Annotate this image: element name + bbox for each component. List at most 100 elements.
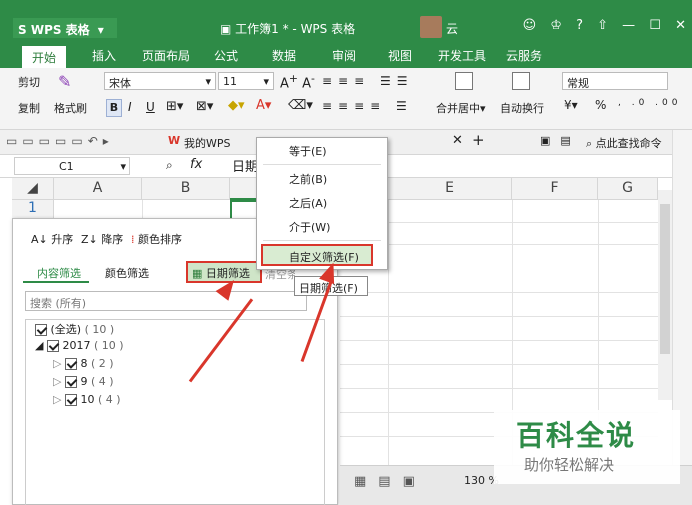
bold-button[interactable]: B: [106, 99, 122, 117]
tree-item-month[interactable]: ▷ 10 ( 4 ): [53, 393, 121, 406]
tree-collapse-icon[interactable]: ◢: [35, 339, 43, 352]
merge-button[interactable]: 合并居中▾: [436, 100, 486, 116]
watermark-title: 百科全说: [516, 419, 637, 452]
app-logo[interactable]: S WPS 表格 ▾: [13, 18, 117, 38]
checkbox-icon[interactable]: [64, 358, 77, 370]
color-sort-icon: ⁞: [131, 233, 135, 246]
maximize-button[interactable]: ☐: [649, 18, 661, 33]
command-search[interactable]: ⌕ 点此查找命令: [586, 135, 672, 151]
zoom-formula-icon[interactable]: ⌕: [166, 158, 173, 173]
close-tab-icon[interactable]: ✕: [452, 133, 463, 148]
number-format-select[interactable]: 常规: [562, 72, 668, 90]
tab-color-filter[interactable]: 颜色筛选: [105, 265, 149, 281]
wrap-text-button[interactable]: 自动换行: [500, 100, 544, 116]
tab-home[interactable]: 开始: [22, 46, 67, 68]
align-horizontal-icons[interactable]: ≡≡≡≡ ☰: [322, 99, 413, 113]
italic-button[interactable]: I: [128, 100, 132, 114]
currency-icon[interactable]: ¥▾: [564, 98, 578, 112]
menu-divider: [263, 240, 381, 241]
tree-item-month[interactable]: ▷ 8 ( 2 ): [53, 357, 114, 370]
document-icon: ▣: [220, 22, 236, 36]
align-top-icons[interactable]: ≡≡≡ ☰☰: [322, 74, 414, 88]
upload-icon[interactable]: ⇧: [597, 18, 608, 33]
tree-item-month[interactable]: ▷ 9 ( 4 ): [53, 375, 114, 388]
row-header-1[interactable]: 1: [12, 200, 54, 220]
tab-content-filter[interactable]: 内容筛选: [37, 265, 81, 281]
grow-font-button[interactable]: A+ A-: [280, 72, 315, 91]
watermark: 百科全说 助你轻松解决: [494, 410, 680, 484]
toolbar-icons[interactable]: ▣▤: [540, 134, 581, 147]
percent-button[interactable]: %: [595, 98, 606, 112]
sort-ascending-button[interactable]: A↓ 升序: [31, 231, 73, 247]
column-header-f[interactable]: F: [512, 178, 598, 200]
user-name[interactable]: 云: [446, 20, 458, 37]
tree-expand-icon[interactable]: ▷: [53, 393, 61, 406]
tree-item-select-all[interactable]: (全选) ( 10 ): [35, 321, 114, 337]
selected-cell-c1[interactable]: [230, 200, 258, 220]
calendar-icon: ▦: [192, 267, 203, 280]
menu-item-after[interactable]: 之后(A): [257, 192, 387, 214]
sort-descending-button[interactable]: Z↓ 降序: [81, 231, 123, 247]
my-wps-tab[interactable]: 我的WPS: [184, 135, 231, 151]
column-header-c[interactable]: [230, 178, 258, 200]
vertical-scrollbar[interactable]: [658, 190, 672, 400]
tab-view[interactable]: 视图: [388, 47, 412, 64]
font-select[interactable]: 宋体 ▾: [104, 72, 216, 90]
tab-developer[interactable]: 开发工具: [438, 47, 486, 64]
grid-line: [340, 388, 658, 389]
avatar[interactable]: [420, 16, 442, 38]
font-color-icon[interactable]: A▾: [256, 98, 271, 113]
grid-line: [340, 292, 658, 293]
tree-expand-icon[interactable]: ▷: [53, 375, 61, 388]
view-mode-icons[interactable]: ▦▤▣: [354, 474, 427, 489]
tree-expand-icon[interactable]: ▷: [53, 357, 61, 370]
border-icon[interactable]: ⊞▾: [166, 99, 183, 114]
fill-icon[interactable]: ⊠▾: [196, 99, 213, 114]
scrollbar-thumb[interactable]: [660, 204, 670, 354]
checkbox-icon[interactable]: [64, 376, 77, 388]
minimize-button[interactable]: —: [622, 18, 635, 33]
tab-data[interactable]: 数据: [272, 47, 296, 64]
select-all-corner[interactable]: ◢: [12, 178, 54, 200]
checkbox-icon[interactable]: [46, 340, 59, 352]
menu-item-before[interactable]: 之前(B): [257, 168, 387, 190]
tab-cloud[interactable]: 云服务: [506, 47, 542, 64]
highlight-icon[interactable]: ◆▾: [228, 98, 245, 113]
column-header-a[interactable]: A: [54, 178, 142, 200]
format-painter-button[interactable]: 格式刷: [54, 100, 87, 116]
skin-icon[interactable]: ☺: [523, 18, 537, 33]
decimal-icons[interactable]: , .0 .00: [618, 98, 681, 108]
clear-format-icon[interactable]: ⌫▾: [288, 98, 313, 113]
merge-icon: [455, 72, 473, 90]
menu-item-between[interactable]: 介于(W): [257, 216, 387, 238]
tab-page-layout[interactable]: 页面布局: [142, 47, 190, 64]
name-box[interactable]: C1 ▾: [14, 157, 130, 175]
menu-divider: [263, 164, 381, 165]
font-size-select[interactable]: 11 ▾: [218, 72, 274, 90]
checkbox-icon[interactable]: [35, 324, 47, 336]
column-header-b[interactable]: B: [142, 178, 230, 200]
tree-item-2017[interactable]: ◢ 2017 ( 10 ): [35, 339, 124, 352]
chevron-down-icon: ▾: [205, 75, 211, 88]
formula-input[interactable]: 日期: [232, 156, 258, 175]
filter-search-input[interactable]: 搜索 (所有): [25, 291, 307, 311]
fx-button[interactable]: fx: [190, 157, 202, 172]
menu-item-custom-filter[interactable]: 自定义筛选(F): [261, 244, 373, 266]
tab-review[interactable]: 审阅: [332, 47, 356, 64]
close-button[interactable]: ✕: [675, 18, 686, 33]
menu-item-equals[interactable]: 等于(E): [257, 140, 387, 162]
tab-insert[interactable]: 插入: [92, 47, 116, 64]
checkbox-icon[interactable]: [64, 394, 77, 406]
copy-button[interactable]: 复制: [18, 100, 40, 116]
color-sort-button[interactable]: ⁞ 颜色排序: [131, 231, 182, 247]
underline-button[interactable]: U: [146, 100, 155, 114]
quick-tool-icons[interactable]: ▭▭▭▭▭↶▸: [6, 134, 114, 148]
help-icon[interactable]: ?: [576, 18, 583, 33]
new-tab-icon[interactable]: +: [472, 131, 485, 149]
cut-button[interactable]: 剪切: [18, 74, 40, 90]
shirt-icon[interactable]: ♔: [550, 18, 562, 33]
tab-formula[interactable]: 公式: [214, 47, 238, 64]
chevron-down-icon: ▾: [120, 160, 126, 173]
column-header-g[interactable]: G: [598, 178, 658, 200]
column-header-e[interactable]: E: [388, 178, 512, 200]
